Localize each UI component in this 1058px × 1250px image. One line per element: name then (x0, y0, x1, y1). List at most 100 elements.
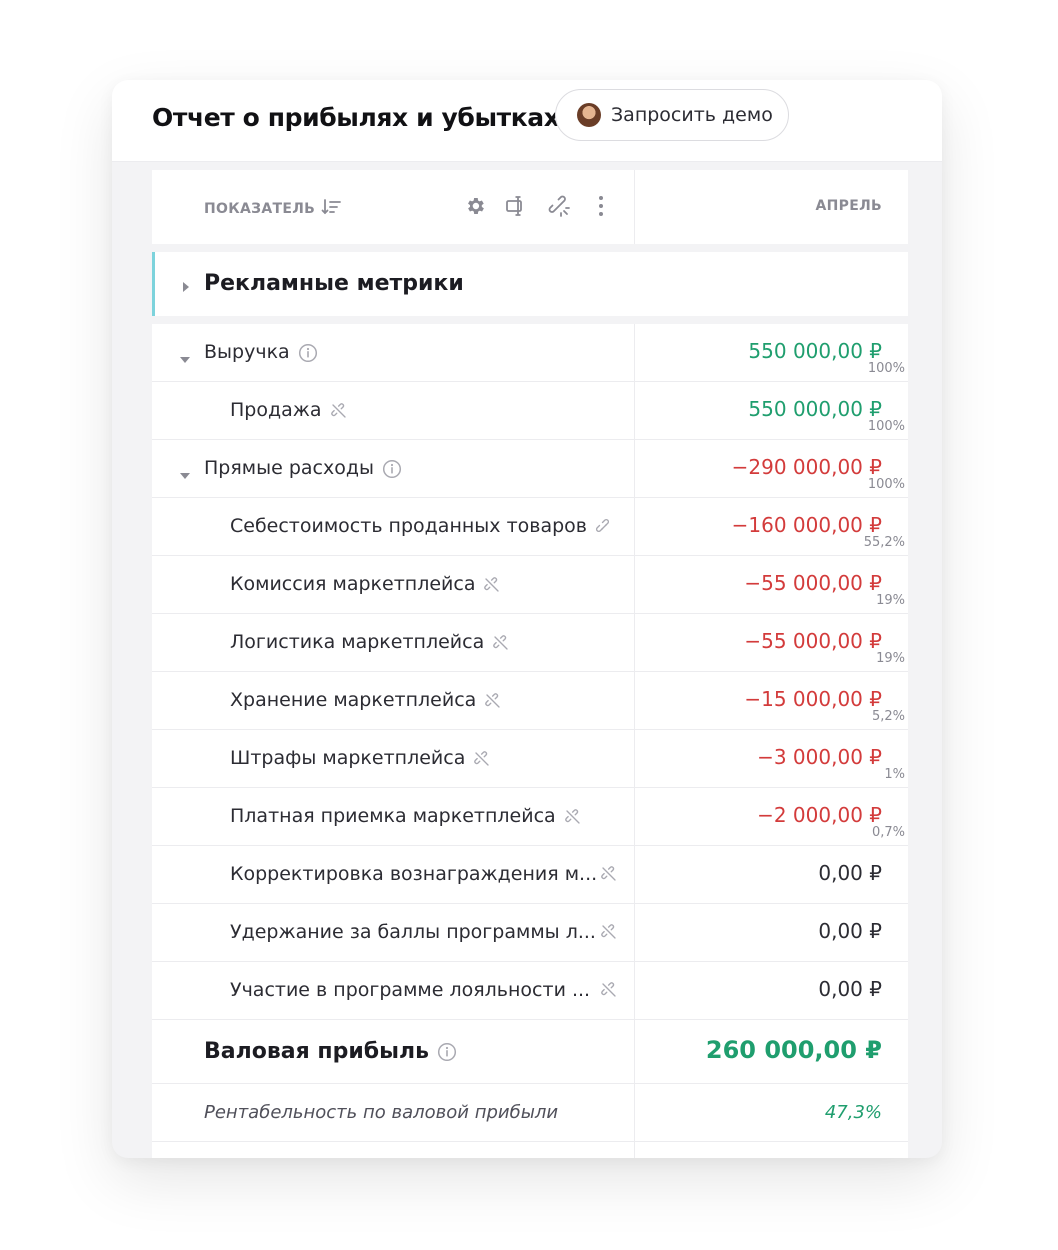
row-name: Платная приемка маркетплейса (230, 788, 582, 845)
row-value: 550 000,00 ₽ (748, 339, 882, 363)
indicator-column-header[interactable]: ПОКАЗАТЕЛЬ (204, 197, 343, 221)
table-row-sale[interactable]: Продажа 550 000,00 ₽ 100% (152, 382, 908, 440)
row-name: Хранение маркетплейса (230, 672, 502, 729)
row-label: Продажа (230, 399, 322, 421)
row-label: Хранение маркетплейса (230, 689, 477, 711)
row-label: Участие в программе лояльности ... (230, 979, 591, 1001)
row-label: Удержание за баллы программы л... (230, 921, 596, 943)
request-demo-label: Запросить демо (611, 104, 773, 126)
sort-icon[interactable] (321, 197, 343, 221)
column-divider (634, 382, 635, 439)
caret-down-icon[interactable] (179, 465, 191, 484)
unlink-icon[interactable] (483, 576, 501, 594)
table-row-cogs[interactable]: Себестоимость проданных товаров −160 000… (152, 498, 908, 556)
row-name: Выручка (204, 324, 318, 381)
row-label: Рентабельность по валовой прибыли (204, 1102, 559, 1123)
row-name: Штрафы маркетплейса (230, 730, 491, 787)
table-row-loyalty-points[interactable]: Удержание за баллы программы л... 0,00 ₽ (152, 904, 908, 962)
info-icon[interactable] (437, 1042, 457, 1062)
table-row-paid-acceptance[interactable]: Платная приемка маркетплейса −2 000,00 ₽… (152, 788, 908, 846)
row-label: Корректировка вознаграждения м... (230, 863, 598, 885)
table-row-gross-margin[interactable]: Рентабельность по валовой прибыли 47,3% (152, 1084, 908, 1142)
row-name: Комиссия маркетплейса (230, 556, 501, 613)
link-icon[interactable] (595, 518, 613, 536)
row-name: Участие в программе лояльности ... (230, 962, 590, 1019)
column-divider (634, 672, 635, 729)
table-row-revenue[interactable]: Выручка 550 000,00 ₽ 100% (152, 324, 908, 382)
indicator-header-label: ПОКАЗАТЕЛЬ (204, 201, 316, 217)
caret-right-icon[interactable] (181, 278, 191, 297)
more-vertical-icon[interactable] (587, 192, 615, 220)
table-row-loyalty-program[interactable]: Участие в программе лояльности ... 0,00 … (152, 962, 908, 1020)
unlink-icon[interactable] (330, 402, 348, 420)
row-value: 550 000,00 ₽ (748, 397, 882, 421)
column-divider (634, 170, 635, 244)
column-divider (634, 1142, 635, 1158)
report-card: Отчет о прибылях и убытках Запросить дем… (112, 80, 942, 1158)
unlink-icon[interactable] (545, 192, 573, 220)
unlink-icon[interactable] (600, 865, 618, 887)
table-row-fines[interactable]: Штрафы маркетплейса −3 000,00 ₽ 1% (152, 730, 908, 788)
avatar (577, 103, 601, 127)
row-label: Платная приемка маркетплейса (230, 805, 556, 827)
table-row-logistics[interactable]: Логистика маркетплейса −55 000,00 ₽ 19% (152, 614, 908, 672)
row-percent: 0,7% (871, 825, 905, 840)
report-header: Отчет о прибылях и убытках Запросить дем… (112, 80, 942, 162)
info-icon[interactable] (298, 343, 318, 363)
column-divider (634, 1084, 635, 1141)
column-divider (634, 846, 635, 903)
table-row-gross-profit[interactable]: Валовая прибыль 260 000,00 ₽ (152, 1020, 908, 1084)
row-label: Комиссия маркетплейса (230, 573, 476, 595)
caret-down-icon[interactable] (179, 349, 191, 368)
column-divider (634, 614, 635, 671)
columns-icon[interactable] (503, 192, 531, 220)
table-header-tools (461, 192, 629, 220)
month-column-header[interactable]: АПРЕЛЬ (816, 198, 882, 214)
page-title: Отчет о прибылях и убытках (152, 103, 560, 132)
table-row-reward-adjustment[interactable]: Корректировка вознаграждения м... 0,00 ₽ (152, 846, 908, 904)
row-name: Логистика маркетплейса (230, 614, 510, 671)
row-percent: 1% (884, 767, 905, 782)
section-ad-metrics[interactable]: Рекламные метрики (152, 252, 908, 316)
row-label: Выручка (204, 341, 290, 363)
unlink-icon[interactable] (600, 981, 618, 1003)
row-percent: 19% (876, 593, 905, 608)
row-name: Корректировка вознаграждения м... (230, 846, 597, 903)
row-name: Валовая прибыль (204, 1020, 457, 1083)
row-value: −3 000,00 ₽ (757, 745, 882, 769)
column-divider (634, 1020, 635, 1083)
row-percent: 100% (867, 419, 905, 434)
row-percent: 100% (867, 477, 905, 492)
row-value: −290 000,00 ₽ (731, 455, 882, 479)
column-divider (634, 904, 635, 961)
unlink-icon[interactable] (484, 692, 502, 710)
unlink-icon[interactable] (473, 750, 491, 768)
unlink-icon[interactable] (564, 808, 582, 826)
gear-icon[interactable] (461, 192, 489, 220)
table-header-row: ПОКАЗАТЕЛЬ АПРЕЛЬ (152, 170, 908, 244)
row-name: Продажа (230, 382, 348, 439)
row-value: 47,3% (824, 1102, 882, 1123)
row-percent: 55,2% (863, 535, 905, 550)
row-value: 0,00 ₽ (818, 977, 882, 1001)
column-divider (634, 730, 635, 787)
table-row-direct-costs[interactable]: Прямые расходы −290 000,00 ₽ 100% (152, 440, 908, 498)
table-row-storage[interactable]: Хранение маркетплейса −15 000,00 ₽ 5,2% (152, 672, 908, 730)
table-row-commission[interactable]: Комиссия маркетплейса −55 000,00 ₽ 19% (152, 556, 908, 614)
request-demo-button[interactable]: Запросить демо (555, 89, 789, 141)
row-label: Валовая прибыль (204, 1039, 430, 1064)
column-divider (634, 440, 635, 497)
row-value: 0,00 ₽ (818, 861, 882, 885)
row-name: Прямые расходы (204, 440, 402, 497)
column-divider (634, 498, 635, 555)
unlink-icon[interactable] (492, 634, 510, 652)
row-percent: 5,2% (871, 709, 905, 724)
unlink-icon[interactable] (600, 923, 618, 945)
table-row-partial (152, 1142, 908, 1158)
row-value: 260 000,00 ₽ (705, 1036, 882, 1064)
row-name: Себестоимость проданных товаров (230, 498, 613, 555)
row-value: −55 000,00 ₽ (744, 629, 882, 653)
row-percent: 19% (876, 651, 905, 666)
info-icon[interactable] (382, 459, 402, 479)
row-label: Логистика маркетплейса (230, 631, 485, 653)
